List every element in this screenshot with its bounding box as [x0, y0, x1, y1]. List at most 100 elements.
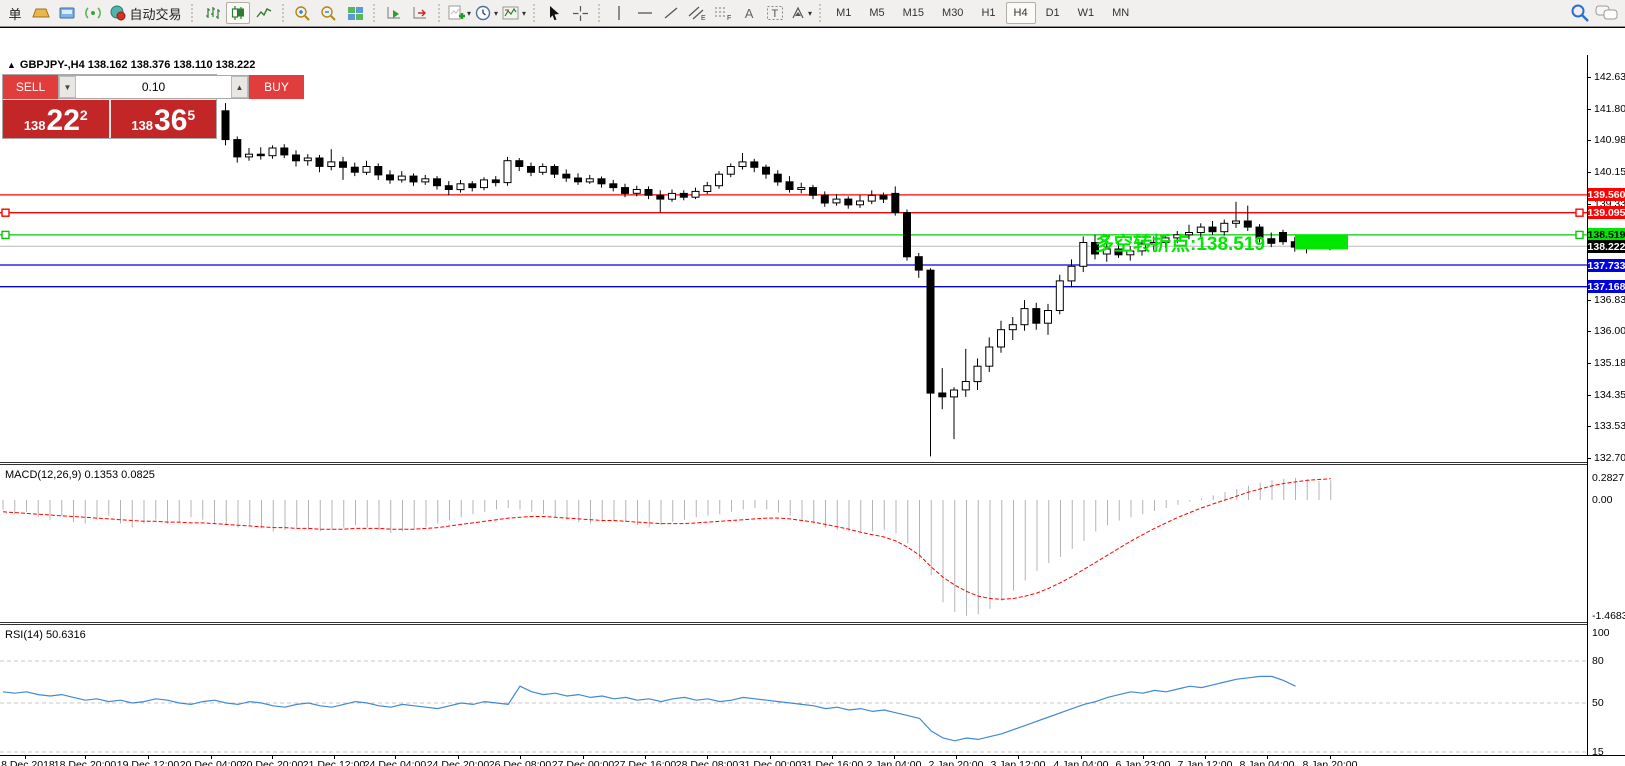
- candle-body: [1056, 281, 1063, 311]
- vertical-line-tool-icon[interactable]: [607, 2, 631, 24]
- line-handle[interactable]: [2, 209, 9, 216]
- text-tool-icon[interactable]: A: [737, 2, 761, 24]
- timeframe-button-d1[interactable]: D1: [1038, 2, 1068, 24]
- time-axis-label: 4 Jan 04:00: [1054, 759, 1109, 766]
- price-line-label: 138.222: [1588, 240, 1625, 253]
- timeframe-button-mn[interactable]: MN: [1104, 2, 1137, 24]
- text-tool-glyph: A: [745, 6, 754, 21]
- line-chart-icon[interactable]: [252, 2, 276, 24]
- equidistant-channel-tool-icon[interactable]: E: [685, 2, 709, 24]
- tile-windows-icon[interactable]: [343, 2, 367, 24]
- volume-down-button[interactable]: ▼: [59, 76, 76, 98]
- time-axis-label: 8 Jan 20:00: [1303, 759, 1358, 766]
- timeframe-button-h1[interactable]: H1: [973, 2, 1003, 24]
- timeframe-button-h4[interactable]: H4: [1006, 2, 1036, 24]
- autotrading-button[interactable]: 自动交易: [107, 2, 185, 24]
- candle-body: [904, 213, 911, 257]
- collapse-triangle-icon[interactable]: ▲: [7, 60, 16, 70]
- price-axis-border: [1587, 55, 1588, 756]
- candlestick-chart-icon[interactable]: [226, 2, 250, 24]
- market-watch-icon[interactable]: [55, 2, 79, 24]
- line-handle[interactable]: [1576, 231, 1583, 238]
- macd-axis-label: 0.2827: [1592, 472, 1624, 484]
- candle-body: [222, 111, 229, 140]
- time-axis-label: 2 Jan 04:00: [867, 759, 922, 766]
- fibonacci-tool-icon[interactable]: F: [711, 2, 735, 24]
- rsi-pane[interactable]: [0, 625, 1587, 755]
- time-axis-label: 24 Dec 04:00: [364, 759, 426, 766]
- candle-body: [751, 162, 758, 167]
- candle-body: [669, 193, 676, 199]
- candle-body: [304, 158, 311, 161]
- buy-price-box[interactable]: 138 36 5: [111, 100, 217, 138]
- buy-button[interactable]: BUY: [249, 75, 304, 99]
- rsi-label: RSI(14) 50.6316: [5, 629, 86, 641]
- candle-body: [1280, 233, 1287, 242]
- price-tick-mark: [1587, 331, 1591, 332]
- macd-pane[interactable]: [0, 465, 1587, 622]
- new-order-button[interactable]: 单: [3, 2, 27, 24]
- zoom-out-icon[interactable]: [317, 2, 341, 24]
- templates-icon[interactable]: ▾: [501, 2, 527, 24]
- cursor-icon[interactable]: [542, 2, 566, 24]
- auto-scroll-icon[interactable]: [382, 2, 406, 24]
- bar-chart-icon[interactable]: [200, 2, 224, 24]
- candle-body: [398, 176, 405, 180]
- sell-button[interactable]: SELL: [3, 75, 58, 99]
- dropdown-caret-icon: ▾: [522, 9, 526, 18]
- zoom-in-icon[interactable]: [291, 2, 315, 24]
- timeframe-button-m1[interactable]: M1: [828, 2, 859, 24]
- candle-body: [539, 167, 546, 173]
- volume-up-button[interactable]: ▲: [231, 76, 248, 98]
- volume-input[interactable]: [76, 76, 231, 98]
- sell-price-big: 22: [47, 107, 80, 135]
- signal-icon[interactable]: [81, 2, 105, 24]
- autotrading-label: 自动交易: [129, 4, 181, 23]
- price-tick-label: 135.180: [1594, 357, 1625, 369]
- candle-body: [1197, 227, 1204, 232]
- time-axis-border: [0, 755, 1625, 756]
- candle-body: [939, 393, 946, 397]
- periods-clock-icon[interactable]: ▾: [474, 2, 499, 24]
- candle-body: [387, 175, 394, 180]
- price-tick-mark: [1587, 140, 1591, 141]
- candle-body: [363, 167, 370, 173]
- price-tick-label: 134.355: [1594, 389, 1625, 401]
- timeframe-button-w1[interactable]: W1: [1070, 2, 1103, 24]
- candle-body: [1268, 239, 1275, 244]
- macd-axis-label: -1.4683: [1592, 610, 1625, 622]
- indicators-add-icon[interactable]: ▾: [447, 2, 472, 24]
- dropdown-caret-icon: ▾: [494, 9, 498, 18]
- turning-point-annotation[interactable]: 多空转折点:138.519: [1095, 232, 1265, 255]
- arrows-tool-icon[interactable]: ▾: [789, 2, 813, 24]
- toolbar-grip: [596, 4, 603, 22]
- rsi-axis-label: 80: [1592, 655, 1604, 667]
- candle-body: [927, 270, 934, 393]
- timeframe-button-m5[interactable]: M5: [861, 2, 892, 24]
- crosshair-icon[interactable]: [568, 2, 592, 24]
- gold-ingot-icon[interactable]: [29, 2, 53, 24]
- candle-body: [951, 390, 958, 397]
- text-label-tool-icon[interactable]: T: [763, 2, 787, 24]
- time-axis-label: 3 Jan 12:00: [991, 759, 1046, 766]
- price-chart-pane[interactable]: 多空转折点:138.519: [0, 55, 1587, 462]
- highlight-rectangle-object[interactable]: [1295, 234, 1348, 249]
- timeframe-button-m15[interactable]: M15: [895, 2, 932, 24]
- horizontal-line-tool-icon[interactable]: [633, 2, 657, 24]
- trendline-tool-icon[interactable]: [659, 2, 683, 24]
- time-axis-label: 24 Dec 20:00: [427, 759, 489, 766]
- candle-body: [986, 347, 993, 366]
- line-handle[interactable]: [1576, 209, 1583, 216]
- timeframe-button-m30[interactable]: M30: [934, 2, 971, 24]
- chat-icon[interactable]: [1594, 2, 1620, 24]
- line-handle[interactable]: [2, 231, 9, 238]
- one-click-trade-panel: SELL ▼ ▲ BUY 138 22 2 138 36 5: [2, 74, 217, 139]
- toolbar: 单 自动交易 ▾ ▾ ▾ E F A T ▾ M1M: [0, 0, 1625, 27]
- chart-shift-icon[interactable]: [408, 2, 432, 24]
- price-tick-mark: [1587, 458, 1591, 459]
- candle-body: [868, 195, 875, 201]
- toolbar-grip: [371, 4, 378, 22]
- sell-price-box[interactable]: 138 22 2: [3, 100, 109, 138]
- search-icon[interactable]: [1568, 2, 1592, 24]
- candle-body: [351, 167, 358, 172]
